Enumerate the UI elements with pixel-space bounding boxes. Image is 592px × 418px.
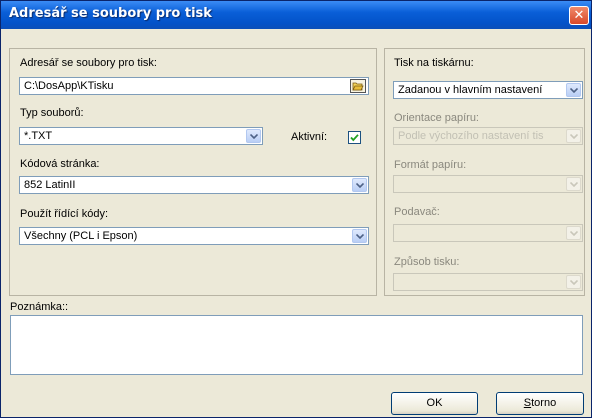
file-type-select[interactable]: *.TXT [19,127,263,145]
title-bar[interactable]: Adresář se soubory pro tisk ✕ [1,1,591,29]
cancel-button-label: Storno [524,397,556,409]
chevron-down-icon[interactable] [352,229,367,243]
paper-format-select [393,175,583,193]
printer-value: Zadanou v hlavním nastavení [398,84,543,96]
codepage-select[interactable]: 852 LatinII [19,176,369,194]
chevron-down-icon [566,177,581,191]
feeder-label: Podavač: [394,206,440,218]
orientation-label: Orientace papíru: [394,112,479,124]
control-codes-select[interactable]: Všechny (PCL i Epson) [19,227,369,245]
codepage-label: Kódová stránka: [20,158,100,170]
note-label: Poznámka:: [10,301,69,313]
print-mode-label: Způsob tisku: [394,256,460,268]
orientation-select: Podle výchozího nastavení tis [393,127,583,145]
file-type-value: *.TXT [24,130,53,142]
active-checkbox[interactable] [348,131,361,144]
chevron-down-icon[interactable] [352,178,367,192]
close-icon: ✕ [573,8,585,23]
ok-button[interactable]: OK [391,392,478,415]
orientation-value: Podle výchozího nastavení tis [398,130,544,142]
chevron-down-icon [566,129,581,143]
folder-icon[interactable] [350,79,366,93]
chevron-down-icon[interactable] [246,129,261,143]
chevron-down-icon [566,275,581,289]
chevron-down-icon [566,226,581,240]
chevron-down-icon[interactable] [566,83,581,97]
codepage-value: 852 LatinII [24,179,76,191]
control-codes-label: Použít řídící kódy: [20,208,109,220]
folder-field[interactable]: C:\DosApp\KTisku [19,77,369,95]
close-button[interactable]: ✕ [569,6,589,25]
cancel-button-rest: torno [531,397,557,409]
control-codes-value: Všechny (PCL i Epson) [24,230,138,242]
folder-value: C:\DosApp\KTisku [24,80,114,92]
note-textarea[interactable] [10,315,583,375]
file-type-label: Typ souborů: [20,107,84,119]
folder-label: Adresář se soubory pro tisk: [20,57,157,69]
active-label: Aktivní: [291,131,328,143]
paper-format-label: Formát papíru: [394,159,467,171]
print-mode-select [393,273,583,291]
dialog-window: Adresář se soubory pro tisk ✕ Adresář se… [0,0,592,418]
checkmark-icon [350,134,359,142]
ok-button-label: OK [426,397,443,409]
feeder-select [393,224,583,242]
window-title: Adresář se soubory pro tisk [9,6,212,21]
cancel-button[interactable]: Storno [496,392,584,415]
printer-label: Tisk na tiskárnu: [394,57,474,69]
printer-select[interactable]: Zadanou v hlavním nastavení [393,81,583,99]
